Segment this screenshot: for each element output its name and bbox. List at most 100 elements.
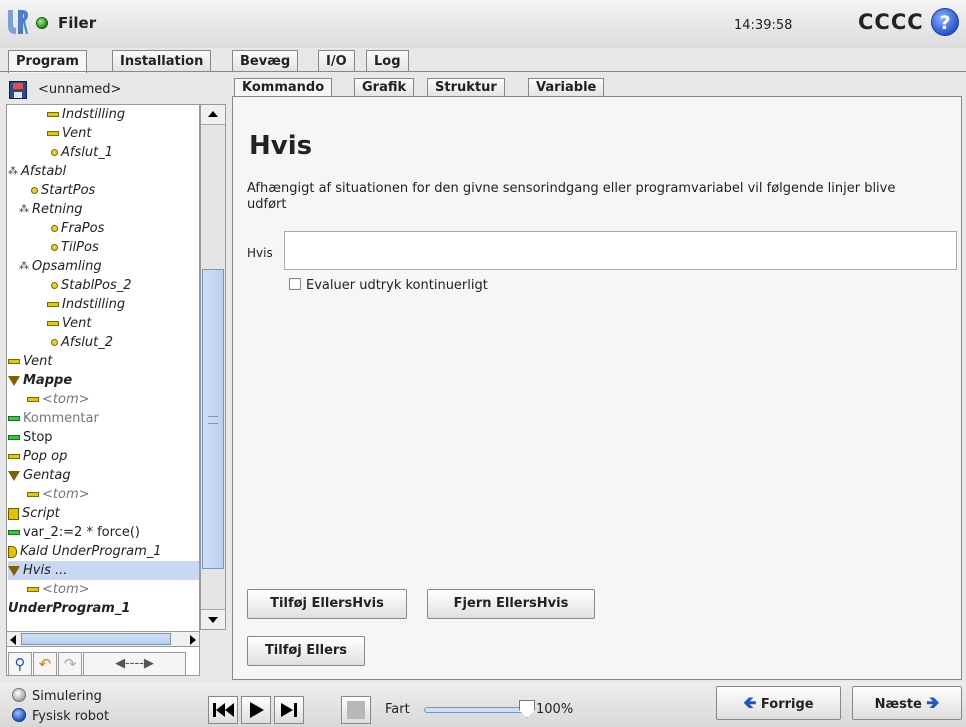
rewind-button[interactable] [208,696,238,724]
tree-item[interactable]: ⁂ Opsamling [19,257,102,276]
tree-item[interactable]: <tom> [27,390,90,409]
tab-io[interactable]: I/O [318,50,355,72]
simulation-radio[interactable]: Simulering [12,688,102,704]
bar-icon [47,302,59,307]
tab-program[interactable]: Program [8,50,87,73]
play-button[interactable] [241,696,271,724]
waypoint-icon [51,225,58,232]
tree-item[interactable]: Vent [47,314,91,333]
robot-name: CCCC [858,10,924,34]
tab-structure[interactable]: Struktur [427,78,505,98]
tree-item[interactable]: var_2:=2 * force() [8,523,140,542]
tree-item[interactable]: Script [8,504,60,523]
script-icon [8,507,19,520]
tab-log[interactable]: Log [366,50,409,72]
arrow-left-icon: 🡸 [743,693,757,712]
bar-icon [47,131,59,136]
tab-command[interactable]: Kommando [234,78,333,98]
tree-item[interactable]: Mappe [8,371,72,390]
app-title[interactable]: Filer [58,14,96,32]
tree-item[interactable]: ⁂ Afstabl [8,162,66,181]
speed-slider-handle[interactable] [519,700,535,718]
step-button[interactable] [274,696,304,724]
robot-status-icon [36,17,48,29]
flag-icon [8,545,17,558]
scroll-thumb[interactable] [21,633,171,645]
skip-start-icon [213,703,234,717]
tab-installation[interactable]: Installation [112,50,212,72]
stop-button[interactable] [341,696,371,724]
scroll-up-icon[interactable] [201,105,225,125]
help-icon[interactable]: ? [931,8,959,36]
program-name: <unnamed> [38,82,122,97]
add-elseif-button[interactable]: Tilføj EllersHvis [247,589,407,619]
scroll-thumb[interactable] [202,269,224,569]
tree-item[interactable]: Kald UnderProgram_1 [8,542,162,561]
if-label: Hvis [247,246,273,260]
radio-off-icon[interactable] [12,688,26,702]
scroll-right-icon[interactable] [190,635,196,645]
tab-variables[interactable]: Variable [528,78,605,98]
tree-item[interactable]: Pop op [8,447,67,466]
arrow-right-icon: 🡺 [926,693,940,712]
tab-graphics[interactable]: Grafik [354,78,415,98]
tree-item[interactable]: Indstilling [47,105,125,124]
undo-icon[interactable]: ↶ [33,652,57,676]
tree-item[interactable]: Vent [8,352,52,371]
green-bar-icon [8,435,20,440]
tree-item-selected[interactable]: Hvis ... [8,561,199,580]
tree-item[interactable]: Stop [8,428,53,447]
tree-item[interactable]: Afslut_2 [51,333,113,352]
evaluate-continuously-checkbox[interactable]: Evaluer udtryk kontinuerligt [289,278,488,293]
checkbox-box[interactable] [289,278,301,290]
program-tree[interactable]: Indstilling Vent Afslut_1 ⁂ Afstabl Start… [6,104,200,676]
search-icon[interactable]: ⚲ [8,652,32,676]
waypoint-icon [51,149,58,156]
folder-triangle-icon [8,470,20,481]
add-else-button[interactable]: Tilføj Ellers [247,636,365,666]
save-icon[interactable] [9,81,27,99]
tree-item[interactable]: Kommentar [8,409,99,428]
tree-item[interactable]: Gentag [8,466,71,485]
waypoint-icon [51,244,58,251]
scroll-down-icon[interactable] [201,609,225,629]
program-panel: <unnamed> Indstilling Vent Afslut_1 ⁂ Afs… [6,78,230,680]
bar-icon [8,359,20,364]
tree-vertical-scrollbar[interactable] [200,104,226,630]
previous-button[interactable]: 🡸 Forrige [716,686,841,720]
if-expression-input[interactable] [284,231,957,270]
speed-value: 100% [536,702,574,717]
tree-toolbar: ⚲ ↶ ↷ ◀----▶ [6,652,206,678]
stop-icon [347,701,365,719]
tree-item[interactable]: Afslut_1 [51,143,113,162]
tree-item[interactable]: ⁂ Retning [19,200,82,219]
remove-elseif-button[interactable]: Fjern EllersHvis [427,589,595,619]
tree-horizontal-scrollbar[interactable] [6,631,200,647]
green-bar-icon [8,530,20,535]
speed-slider[interactable] [424,707,524,713]
physical-robot-radio[interactable]: Fysisk robot [12,708,109,724]
tree-item[interactable]: <tom> [27,485,90,504]
tree-item[interactable]: FraPos [51,219,104,238]
tree-item[interactable]: Indstilling [47,295,125,314]
waypoint-icon [51,339,58,346]
tree-item[interactable]: Vent [47,124,91,143]
top-bar: Filer 14:39:58 CCCC ? [0,0,966,48]
ur-logo-icon [8,10,28,34]
waypoint-icon [51,282,58,289]
tree-item[interactable]: TilPos [51,238,99,257]
nodes-icon: ⁂ [19,261,29,272]
bar-icon [47,112,59,117]
command-title: Hvis [249,131,313,161]
radio-on-icon[interactable] [12,708,26,722]
tree-item[interactable]: StablPos_2 [51,276,132,295]
tab-move[interactable]: Bevæg [232,50,299,72]
next-button[interactable]: Næste 🡺 [852,686,962,720]
tree-item[interactable]: UnderProgram_1 [8,599,130,618]
scroll-left-icon[interactable] [10,635,16,645]
move-arrows-icon[interactable]: ◀----▶ [83,652,186,676]
tree-item[interactable]: <tom> [27,580,90,599]
tree-item[interactable]: StartPos [31,181,95,200]
redo-icon[interactable]: ↷ [58,652,82,676]
bar-icon [47,321,59,326]
